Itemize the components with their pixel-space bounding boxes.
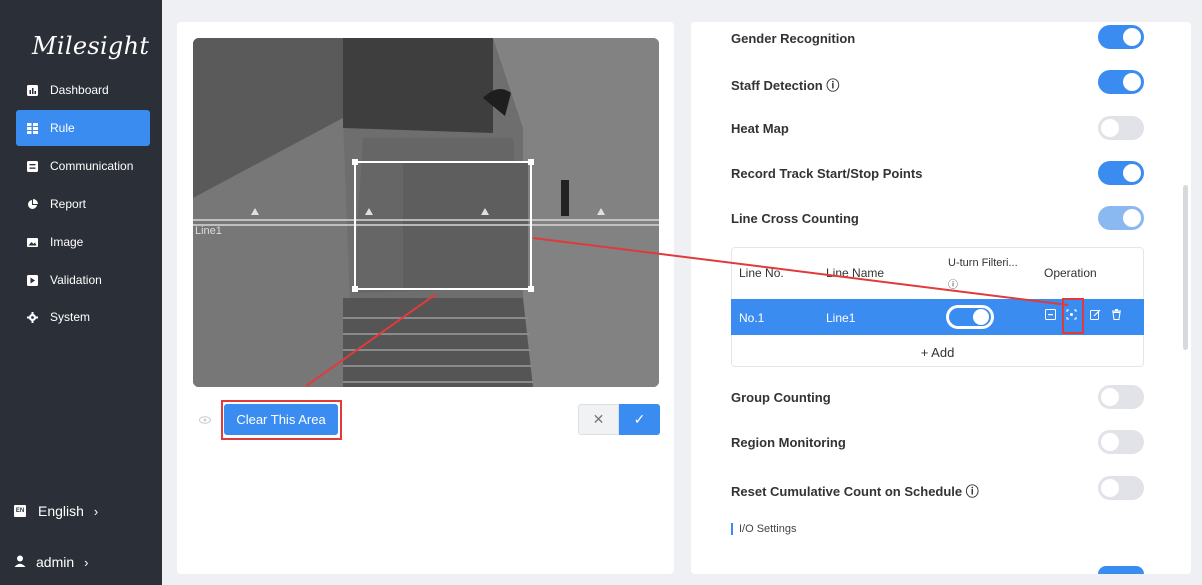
add-line-button[interactable]: + Add — [731, 341, 1144, 365]
heat-map-toggle[interactable] — [1098, 116, 1144, 140]
setting-label-reset-cumulative: Reset Cumulative Count on Schedule ⓘ — [731, 484, 979, 499]
sidebar-item-label: System — [50, 310, 91, 324]
pie-chart-icon — [27, 198, 38, 210]
sidebar-item-report[interactable]: Report — [16, 186, 150, 222]
setting-label-heat-map: Heat Map — [731, 121, 789, 136]
setting-label-group-counting: Group Counting — [731, 390, 831, 405]
line-no-cell: No.1 — [739, 311, 765, 325]
chevron-right-icon: › — [84, 554, 89, 570]
sidebar-item-label: Image — [50, 235, 84, 249]
sidebar-item-label: Validation — [50, 273, 102, 287]
group-counting-toggle[interactable] — [1098, 385, 1144, 409]
language-label: English — [38, 503, 84, 519]
table-header-operation: Operation — [1044, 266, 1097, 280]
camera-view[interactable]: Line1 — [193, 38, 659, 387]
chevron-right-icon: › — [93, 503, 99, 519]
operation-highlight-box — [1062, 298, 1084, 334]
cancel-button[interactable]: ✕ — [578, 404, 619, 435]
user-label: admin — [36, 554, 75, 570]
edit-icon[interactable] — [1090, 309, 1101, 320]
sidebar-item-label: Communication — [50, 159, 134, 173]
scrollbar[interactable] — [1183, 185, 1188, 350]
sidebar-item-label: Dashboard — [50, 83, 109, 97]
collapse-icon[interactable] — [1045, 309, 1056, 320]
sidebar-item-validation[interactable]: Validation — [16, 262, 150, 298]
message-icon — [27, 160, 38, 172]
reset-cumulative-toggle[interactable] — [1098, 476, 1144, 500]
setting-label-region-monitoring: Region Monitoring — [731, 435, 846, 450]
setting-label-record-track: Record Track Start/Stop Points — [731, 166, 923, 181]
sidebar-item-rule[interactable]: Rule — [16, 110, 150, 146]
staff-detection-toggle[interactable] — [1098, 70, 1144, 94]
user-icon — [14, 554, 26, 570]
line-label: Line1 — [195, 225, 222, 237]
highlight-box — [221, 400, 342, 440]
trash-icon[interactable] — [1111, 309, 1122, 320]
sidebar-item-label: Rule — [50, 121, 75, 135]
line-name-cell: Line1 — [826, 311, 856, 325]
grid-icon — [27, 122, 38, 134]
setting-label-gender-recognition: Gender Recognition — [731, 31, 856, 46]
sidebar-item-system[interactable]: System — [16, 299, 150, 335]
setting-label-staff-detection: Staff Detection ⓘ — [731, 78, 840, 93]
user-menu[interactable]: admin › — [12, 554, 88, 570]
gear-icon — [27, 311, 38, 323]
uturn-toggle[interactable] — [946, 305, 994, 329]
language-selector[interactable]: EN English › — [12, 503, 98, 519]
sidebar: Milesight Dashboard Rule Communication R… — [0, 0, 162, 585]
line-cross-counting-toggle[interactable] — [1098, 206, 1144, 230]
language-icon: EN — [14, 505, 26, 517]
record-track-toggle[interactable] — [1098, 161, 1144, 185]
bar-chart-icon — [27, 84, 38, 96]
sidebar-item-label: Report — [50, 197, 87, 211]
region-monitoring-toggle[interactable] — [1098, 430, 1144, 454]
validation-icon — [27, 274, 38, 286]
sidebar-item-communication[interactable]: Communication — [16, 148, 150, 184]
visibility-icon[interactable] — [199, 411, 211, 429]
image-icon — [27, 237, 38, 248]
table-header-uturn: U-turn Filteri... — [948, 257, 1018, 269]
table-header-line-name: Line Name — [826, 266, 885, 280]
camera-scene — [193, 38, 659, 387]
confirm-button[interactable]: ✓ — [619, 404, 660, 435]
milesight-logo: Milesight — [32, 32, 150, 60]
gender-recognition-toggle[interactable] — [1098, 25, 1144, 49]
io-settings-heading: I/O Settings — [731, 523, 796, 535]
sidebar-item-dashboard[interactable]: Dashboard — [16, 72, 150, 108]
info-icon: ⓘ — [948, 280, 958, 291]
sidebar-item-image[interactable]: Image — [16, 224, 150, 260]
table-header-line-no: Line No. — [739, 266, 784, 280]
setting-label-line-cross-counting: Line Cross Counting — [731, 211, 859, 226]
io-toggle-partial[interactable] — [1098, 566, 1144, 574]
